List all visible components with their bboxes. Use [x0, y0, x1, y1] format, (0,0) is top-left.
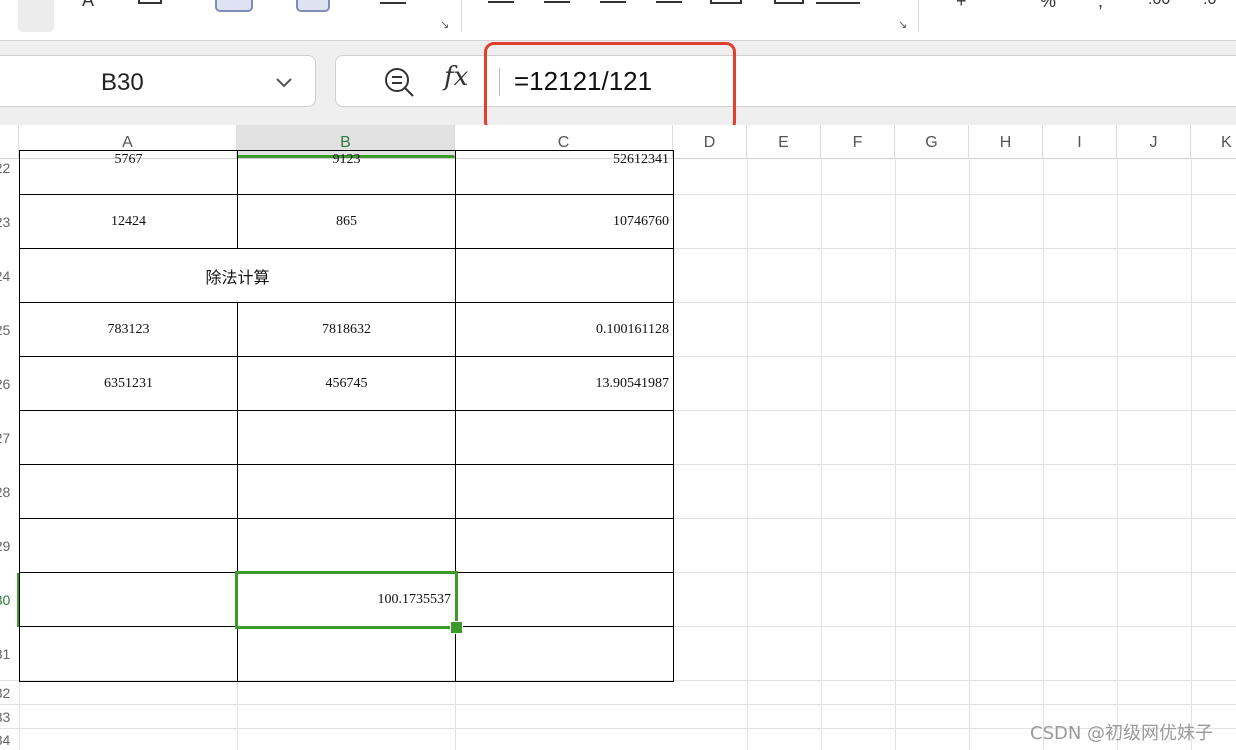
- row-header[interactable]: 22: [0, 160, 19, 176]
- row-header[interactable]: 33: [0, 709, 19, 725]
- grid-line: [673, 572, 1236, 573]
- merge-cells-icon[interactable]: [774, 0, 804, 4]
- format-painter-icon[interactable]: [380, 2, 406, 4]
- grid-line: [821, 158, 822, 750]
- cell-a26[interactable]: 6351231: [19, 356, 238, 411]
- grid-line: [895, 158, 896, 750]
- cell-c28[interactable]: [455, 464, 674, 519]
- cell-b27[interactable]: [237, 410, 456, 465]
- watermark-text: CSDN @初级网优妹子: [1030, 723, 1214, 744]
- cell-a30[interactable]: [19, 572, 238, 627]
- row-header[interactable]: 29: [0, 538, 19, 554]
- cell-c22[interactable]: 52612341: [455, 150, 674, 195]
- cell-c27[interactable]: [455, 410, 674, 465]
- column-header-h[interactable]: H: [969, 125, 1043, 158]
- grid-line: [237, 681, 238, 750]
- cell-a25[interactable]: 783123: [19, 302, 238, 357]
- name-box[interactable]: B30: [0, 55, 316, 107]
- cell-a27[interactable]: [19, 410, 238, 465]
- align-bottom-icon[interactable]: [600, 1, 626, 3]
- zoom-out-icon[interactable]: [383, 66, 415, 98]
- ribbon-toolbar: A ↘ ↘ + % , .00 .0: [0, 0, 1236, 41]
- group-expand-icon[interactable]: ↘: [898, 18, 907, 31]
- row-header[interactable]: 25: [0, 322, 19, 338]
- row-header[interactable]: 27: [0, 430, 19, 446]
- row-header[interactable]: 28: [0, 484, 19, 500]
- font-color-icon[interactable]: A: [82, 0, 94, 11]
- cell-b28[interactable]: [237, 464, 456, 519]
- comma-style-icon[interactable]: ,: [1098, 0, 1103, 12]
- chevron-down-icon[interactable]: [274, 72, 294, 92]
- row-header[interactable]: 23: [0, 214, 19, 230]
- increase-decimal-icon[interactable]: .00: [1148, 0, 1170, 9]
- table-style-icon[interactable]: [296, 0, 330, 12]
- ribbon-button-left[interactable]: [18, 0, 54, 32]
- cell-c25[interactable]: 0.100161128: [455, 302, 674, 357]
- grid-line: [673, 356, 1236, 357]
- grid-line: [1191, 158, 1192, 750]
- cell-c31[interactable]: [455, 626, 674, 682]
- column-header-d[interactable]: D: [673, 125, 747, 158]
- grid-line: [0, 704, 1236, 705]
- grid-line: [673, 464, 1236, 465]
- border-icon[interactable]: [138, 0, 162, 4]
- cell-a31[interactable]: [19, 626, 238, 682]
- percent-icon[interactable]: %: [1040, 0, 1056, 12]
- insert-function-icon[interactable]: fx: [444, 62, 468, 92]
- align-middle-icon[interactable]: [544, 1, 570, 3]
- align-left-icon[interactable]: [656, 1, 682, 3]
- cell-b31[interactable]: [237, 626, 456, 682]
- grid-line: [673, 626, 1236, 627]
- column-header-j[interactable]: J: [1117, 125, 1191, 158]
- column-header-f[interactable]: F: [821, 125, 895, 158]
- grid-line: [673, 194, 1236, 195]
- cell-c30[interactable]: [455, 572, 674, 627]
- cell-style-icon[interactable]: [215, 0, 253, 12]
- cell-b29[interactable]: [237, 518, 456, 573]
- merge-dropdown-icon[interactable]: [816, 0, 860, 4]
- grid-line: [673, 302, 1236, 303]
- fill-handle[interactable]: [450, 621, 463, 634]
- cell-b26[interactable]: 456745: [237, 356, 456, 411]
- currency-icon[interactable]: +: [956, 0, 967, 12]
- grid-line: [969, 158, 970, 750]
- merged-title-cell[interactable]: 除法计算: [19, 248, 456, 303]
- cell-a23[interactable]: 12424: [19, 194, 238, 249]
- row-header[interactable]: 34: [0, 732, 19, 748]
- active-cell-outline[interactable]: [235, 571, 458, 629]
- cell-c24[interactable]: [455, 248, 674, 303]
- align-top-icon[interactable]: [488, 1, 514, 3]
- cell-a28[interactable]: [19, 464, 238, 519]
- grid-line: [455, 681, 456, 750]
- wrap-text-icon[interactable]: [710, 0, 742, 4]
- cell-c23[interactable]: 10746760: [455, 194, 674, 249]
- cell-b22[interactable]: 9123: [237, 150, 456, 195]
- cell-b23[interactable]: 865: [237, 194, 456, 249]
- column-header-k[interactable]: K: [1191, 125, 1236, 158]
- column-header-g[interactable]: G: [895, 125, 969, 158]
- grid-line: [1117, 158, 1118, 750]
- cell-c29[interactable]: [455, 518, 674, 573]
- row-header[interactable]: 24: [0, 268, 19, 284]
- name-box-value[interactable]: B30: [101, 69, 144, 97]
- cell-b25[interactable]: 7818632: [237, 302, 456, 357]
- grid-line: [747, 158, 748, 750]
- formula-input[interactable]: fx =12121/121: [335, 55, 1236, 107]
- group-expand-icon[interactable]: ↘: [440, 18, 449, 31]
- row-header[interactable]: 31: [0, 646, 19, 662]
- grid-line: [1043, 158, 1044, 750]
- grid-line: [673, 518, 1236, 519]
- cell-a22[interactable]: 5767: [19, 150, 238, 195]
- annotation-highlight-box: [484, 42, 736, 132]
- grid-line: [673, 410, 1236, 411]
- column-header-e[interactable]: E: [747, 125, 821, 158]
- cell-a29[interactable]: [19, 518, 238, 573]
- decrease-decimal-icon[interactable]: .0: [1203, 0, 1216, 9]
- row-header[interactable]: 32: [0, 685, 19, 701]
- column-header-i[interactable]: I: [1043, 125, 1117, 158]
- cell-c26[interactable]: 13.90541987: [455, 356, 674, 411]
- column-header[interactable]: [0, 125, 19, 158]
- grid-line: [673, 248, 1236, 249]
- row-header[interactable]: 26: [0, 376, 19, 392]
